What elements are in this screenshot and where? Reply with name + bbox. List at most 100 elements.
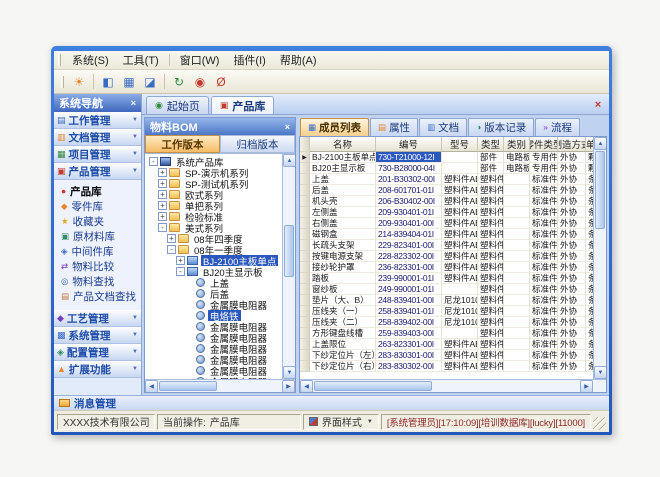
grid-vscroll-track[interactable] [594,150,606,366]
table-cell[interactable]: 外协 [558,317,586,328]
row-selector[interactable] [300,185,310,196]
tree-horizontal-scrollbar[interactable]: ◀ ▶ [145,379,295,392]
column-header[interactable]: 单位 [586,137,593,152]
table-row[interactable]: 右侧盖209-930401-00I塑料件ABS塑料件类标准件外协条 [300,218,593,229]
scroll-up-icon[interactable]: ▲ [594,137,606,150]
table-cell[interactable]: 塑料件类 [478,262,504,273]
table-cell[interactable] [504,251,530,262]
tree-expander-icon[interactable]: + [158,212,167,221]
table-cell[interactable]: 专用件 [530,163,558,174]
menu-item[interactable]: 窗口(W) [173,51,227,70]
bom-close-icon[interactable]: × [285,122,290,132]
table-cell[interactable]: 外协 [558,328,586,339]
ui-style-dropdown[interactable]: 界面样式 ▼ [303,414,379,430]
sidebar-item[interactable]: ◎物料查找 [54,274,141,289]
tree-node[interactable]: 后盖 [147,288,282,299]
tree-expander-icon[interactable]: - [176,267,185,276]
table-cell[interactable]: 条 [586,317,593,328]
table-cell[interactable]: 塑料件类 [478,317,504,328]
table-cell[interactable]: 方形键盘线槽 [310,328,376,339]
table-row[interactable]: 下纱定位片（右）283-830302-00I塑料件ABS塑料件类标准件外协条 [300,361,593,372]
tree-node[interactable]: 金属膜电阻器 [147,332,282,343]
table-row[interactable]: 上盖201-B30302-00I塑料件ABS塑料件类标准件外协条 [300,174,593,185]
row-selector[interactable] [300,163,310,174]
row-selector[interactable] [300,317,310,328]
table-cell[interactable] [504,361,530,372]
column-header[interactable]: 类型 [478,137,504,152]
column-header[interactable]: 类别 [504,137,530,152]
table-cell[interactable]: 标准件 [530,339,558,350]
table-cell[interactable]: 外协 [558,240,586,251]
home-button[interactable]: ☀ [69,72,89,91]
table-cell[interactable] [504,196,530,207]
table-cell[interactable]: 外协 [558,273,586,284]
tab-active[interactable]: ▣产品库 [211,96,275,114]
table-cell[interactable]: 条 [586,328,593,339]
row-selector[interactable] [300,295,310,306]
layout-grid-button[interactable]: ▦ [119,72,139,91]
table-cell[interactable]: 标准件 [530,240,558,251]
menu-item[interactable]: 工具(T) [116,51,166,70]
sidebar-item[interactable]: ◈中间件库 [54,244,141,259]
table-cell[interactable]: 标准件 [530,306,558,317]
table-cell[interactable]: 外协 [558,218,586,229]
table-row[interactable]: 窗纱板249-990001-01I塑料件类标准件外协条 [300,284,593,295]
table-cell[interactable]: 塑料件ABS [442,196,478,207]
row-selector[interactable] [300,240,310,251]
tree-node[interactable]: +SP-测试机系列 [147,178,282,189]
tab-inactive[interactable]: ◉起始页 [146,96,209,114]
table-cell[interactable]: 条 [586,262,593,273]
row-selector[interactable] [300,273,310,284]
row-selector[interactable] [300,196,310,207]
detail-tab[interactable]: ▥文档 [419,118,467,136]
table-cell[interactable]: 标准件 [530,361,558,372]
table-cell[interactable]: BJ20主显示板 [310,163,376,174]
table-cell[interactable]: 塑料件ABS [442,361,478,372]
table-cell[interactable]: 228-823302-00I [376,251,442,262]
table-cell[interactable]: 条 [586,196,593,207]
table-cell[interactable]: 左侧盖 [310,207,376,218]
column-header[interactable]: 型号 [442,137,478,152]
table-cell[interactable] [442,163,478,174]
table-cell[interactable]: 尼龙1010 [442,317,478,328]
table-cell[interactable]: 标准件 [530,317,558,328]
tree-node[interactable]: 金属膜电阻器 [147,299,282,310]
close-tab-icon[interactable]: × [591,98,605,112]
table-cell[interactable]: 条 [586,218,593,229]
detail-tab[interactable]: ◑版本记录 [468,118,534,136]
table-cell[interactable]: 窗纱板 [310,284,376,295]
table-cell[interactable]: 塑料件ABS [442,218,478,229]
table-cell[interactable]: 塑料件类 [478,207,504,218]
column-header[interactable]: 零件类型 [530,137,558,152]
table-cell[interactable]: 标准件 [530,284,558,295]
table-cell[interactable]: 塑料件ABS [442,207,478,218]
table-cell[interactable]: 下纱定位片（左） [310,350,376,361]
table-cell[interactable]: 209-930401-00I [376,218,442,229]
table-cell[interactable] [504,240,530,251]
table-cell[interactable]: 后盖 [310,185,376,196]
table-row[interactable]: 接纱轮护罩236-823301-00I塑料件ABS塑料件类标准件外协条 [300,262,593,273]
table-cell[interactable]: 标准件 [530,273,558,284]
row-selector[interactable] [300,284,310,295]
table-row[interactable]: 磁钢盒214-839404-01I塑料件ABS塑料件类标准件外协条 [300,229,593,240]
table-cell[interactable]: 283-830301-00I [376,350,442,361]
table-row[interactable]: 下纱定位片（左）283-830301-00I塑料件ABS塑料件类标准件外协条 [300,350,593,361]
table-cell[interactable]: 标准件 [530,218,558,229]
table-cell[interactable]: 283-830302-00I [376,361,442,372]
menu-item[interactable]: 系统(S) [65,51,116,70]
tree-expander-icon[interactable]: + [158,168,167,177]
table-row[interactable]: 左侧盖209-930401-01I塑料件ABS塑料件类标准件外协条 [300,207,593,218]
nav-section-header[interactable]: ▥文档管理▼ [54,129,141,146]
table-row[interactable]: ▶BJ-2100主板单点730-T21000-12I部件电路板专用件外协颗 [300,152,593,163]
table-cell[interactable]: 塑料件ABS [442,262,478,273]
row-selector[interactable] [300,229,310,240]
table-cell[interactable]: 塑料件ABS [442,339,478,350]
tree-vertical-scrollbar[interactable]: ▲ ▼ [282,154,295,379]
sidebar-item[interactable]: ▤产品文档查找 [54,289,141,304]
tree-node[interactable]: 金属膜电阻器 [147,365,282,376]
tree-expander-icon[interactable]: - [149,157,158,166]
table-cell[interactable]: 248-839401-00I [376,295,442,306]
table-cell[interactable] [504,218,530,229]
table-cell[interactable]: 730-T21000-12I [376,152,442,163]
table-cell[interactable] [442,328,478,339]
